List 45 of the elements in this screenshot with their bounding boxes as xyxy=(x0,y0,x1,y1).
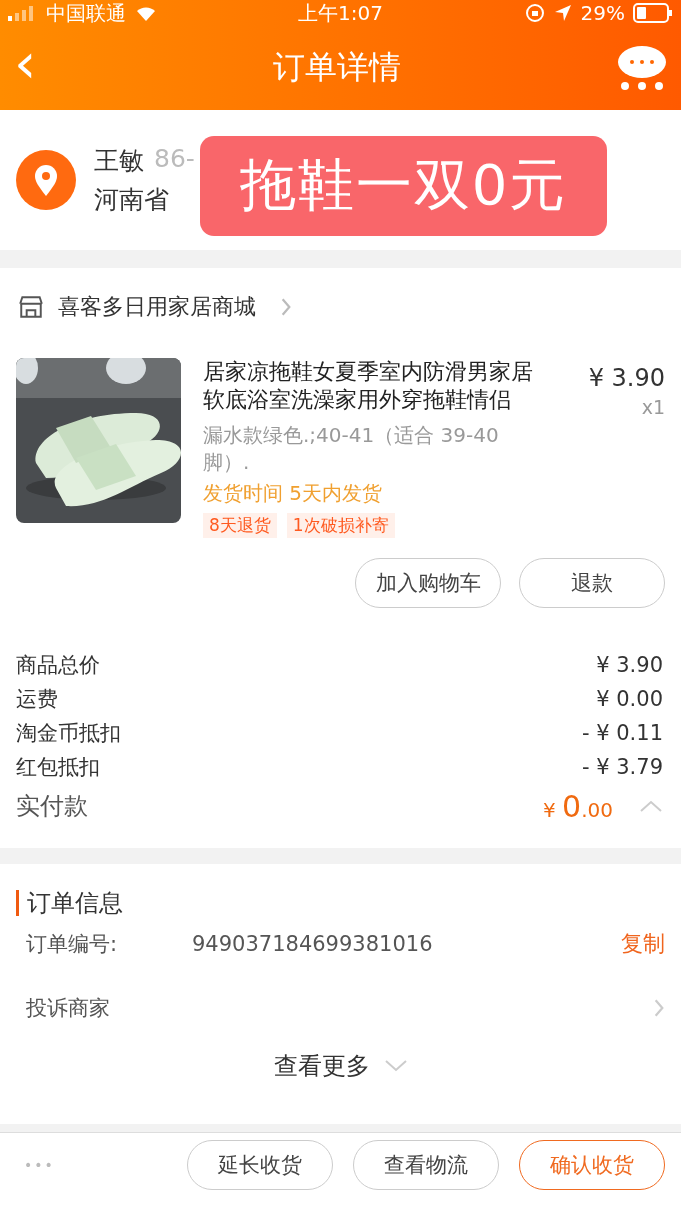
order-action-button[interactable]: 查看物流 xyxy=(353,1140,499,1190)
item-action-button[interactable]: 退款 xyxy=(519,558,665,608)
product-price: ¥ 3.90 xyxy=(588,364,665,392)
product-spec: 漏水款绿色.;40-41（适合 39-40 脚）. xyxy=(203,422,500,476)
location-pin-icon xyxy=(16,150,76,210)
status-time: 上午1:07 xyxy=(298,0,383,27)
summary-value: ¥ 3.90 xyxy=(596,653,663,677)
message-icon[interactable] xyxy=(617,45,667,91)
recipient-phone: 86- xyxy=(154,144,195,175)
summary-label: 商品总价 xyxy=(16,652,100,679)
carrier-name: 中国联通 xyxy=(46,0,126,27)
summary-label: 淘金币抵扣 xyxy=(16,720,121,747)
battery-icon xyxy=(633,3,673,23)
view-more-link[interactable]: 查看更多 xyxy=(273,1050,370,1082)
item-action-button[interactable]: 加入购物车 xyxy=(355,558,501,608)
shop-icon xyxy=(18,295,44,319)
paid-amount: ¥ 0.00 xyxy=(543,788,613,824)
product-title[interactable]: 居家凉拖鞋女夏季室内防滑男家居软底浴室洗澡家用外穿拖鞋情侣 xyxy=(203,358,553,414)
shipping-time: 发货时间 5天内发货 xyxy=(203,480,384,507)
chevron-down-icon xyxy=(383,1059,408,1073)
recipient-name: 王敏 xyxy=(94,145,144,177)
page-title: 订单详情 xyxy=(272,47,401,88)
collapse-icon[interactable] xyxy=(639,799,663,813)
service-tag: 8天退货 xyxy=(203,513,277,538)
rotation-lock-icon xyxy=(524,3,545,23)
section-title: 订单信息 xyxy=(16,890,123,916)
product-quantity: x1 xyxy=(641,396,665,418)
order-number: 949037184699381016 xyxy=(192,932,434,956)
order-action-button[interactable]: 延长收货 xyxy=(187,1140,333,1190)
order-number-label: 订单编号: xyxy=(26,931,119,958)
summary-value: - ¥ 0.11 xyxy=(581,721,663,745)
summary-label: 红包抵扣 xyxy=(16,754,100,781)
summary-value: ¥ 0.00 xyxy=(596,687,663,711)
summary-label: 运费 xyxy=(16,686,58,713)
shop-name[interactable]: 喜客多日用家居商城 xyxy=(58,292,256,322)
battery-percent: 29% xyxy=(580,1,625,25)
paid-label: 实付款 xyxy=(16,791,88,822)
summary-value: - ¥ 3.79 xyxy=(581,755,663,779)
chevron-right-icon xyxy=(653,998,665,1018)
service-tag: 1次破损补寄 xyxy=(286,513,395,538)
promo-banner: 拖鞋一双0元 xyxy=(200,136,607,236)
chevron-right-icon xyxy=(280,297,292,317)
wifi-icon xyxy=(134,4,158,22)
complaint-link[interactable]: 投诉商家 xyxy=(26,994,192,1022)
recipient-address: 河南省 xyxy=(94,184,170,216)
